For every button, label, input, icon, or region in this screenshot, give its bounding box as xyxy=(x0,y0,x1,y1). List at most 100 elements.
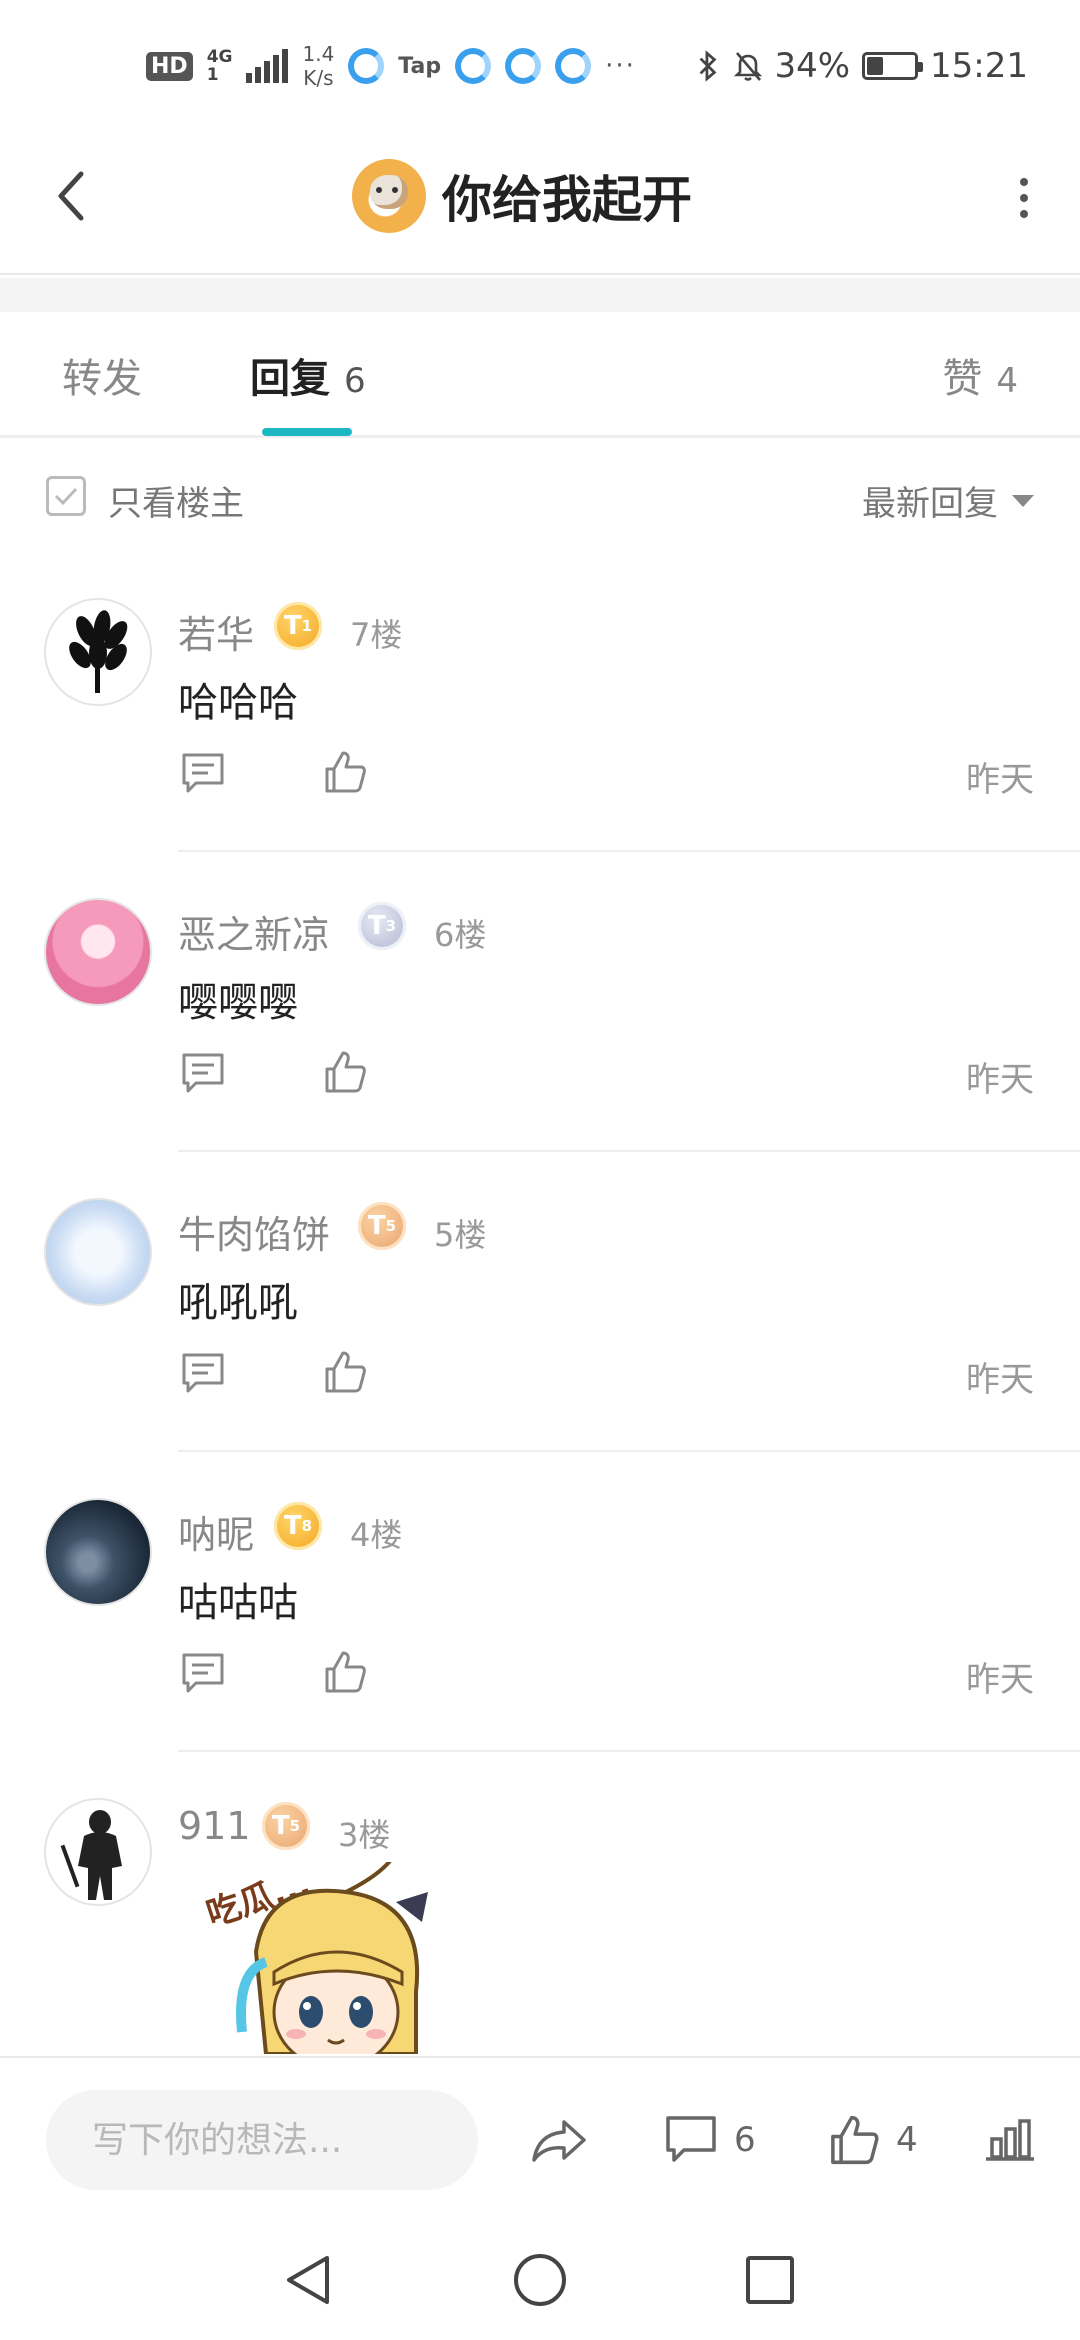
taptap-notification-icon: Tap xyxy=(398,53,442,79)
comments-button[interactable]: 6 xyxy=(664,2102,756,2178)
nav-home-button[interactable] xyxy=(510,2250,570,2310)
like-button[interactable] xyxy=(320,1046,370,1098)
tab-reply-label: 回复 xyxy=(250,356,330,402)
user-name[interactable]: 恶之新凉 xyxy=(178,904,330,959)
nav-back-button[interactable] xyxy=(278,2250,338,2310)
floor-number: 5楼 xyxy=(434,1216,487,1254)
bluetooth-icon xyxy=(700,50,717,82)
author-avatar[interactable] xyxy=(352,159,426,233)
comment-item: 若华 T1 7楼 哈哈哈 昨天 xyxy=(0,552,1080,852)
level-badge-letter: T xyxy=(271,1811,290,1841)
user-name[interactable]: 呐昵 xyxy=(178,1504,254,1559)
nav-recents-button[interactable] xyxy=(740,2250,800,2310)
signal-icon xyxy=(246,49,289,83)
sort-label: 最新回复 xyxy=(862,484,998,524)
comment-item: 恶之新凉 T3 6楼 嘤嘤嘤 昨天 xyxy=(0,852,1080,1152)
knight-silhouette-icon xyxy=(60,1810,122,1900)
tab-bar: 转发 回复 6 赞 4 xyxy=(0,312,1080,438)
reply-button[interactable] xyxy=(178,1048,228,1098)
back-button[interactable] xyxy=(40,160,100,232)
reply-button[interactable] xyxy=(178,1348,228,1398)
post-title-group[interactable]: 你给我起开 xyxy=(352,154,692,238)
user-avatar[interactable] xyxy=(44,598,152,706)
app-notification-icon xyxy=(555,48,592,84)
floor-number: 6楼 xyxy=(434,916,487,954)
user-avatar[interactable] xyxy=(44,1498,152,1606)
clock: 15:21 xyxy=(930,46,1028,86)
system-navigation-bar xyxy=(0,2220,1080,2340)
thumbs-up-icon xyxy=(831,2115,879,2165)
user-avatar[interactable] xyxy=(44,1198,152,1306)
level-badge-letter: T xyxy=(367,1211,386,1241)
thumbs-up-icon xyxy=(325,1651,366,1693)
thumbs-up-icon xyxy=(325,1051,366,1093)
more-notifications-icon: ··· xyxy=(605,51,636,81)
tab-like-label: 赞 xyxy=(942,356,983,402)
more-options-button[interactable] xyxy=(1012,170,1036,226)
like-button[interactable] xyxy=(320,1646,370,1698)
wheat-logo-icon xyxy=(69,610,128,693)
like-post-button[interactable]: 4 xyxy=(828,2102,918,2178)
network-speed: 1.4 K/s xyxy=(302,42,334,90)
comment-text: 哈哈哈 xyxy=(178,680,298,726)
sort-dropdown[interactable]: 最新回复 xyxy=(862,476,1034,525)
like-button[interactable] xyxy=(320,1346,370,1398)
user-name[interactable]: 若华 xyxy=(178,604,254,659)
comment-input[interactable] xyxy=(46,2090,478,2190)
tab-repost[interactable]: 转发 xyxy=(62,346,142,404)
user-avatar[interactable] xyxy=(44,898,152,1006)
tab-reply-count: 6 xyxy=(344,361,366,401)
user-name[interactable]: 牛肉馅饼 xyxy=(178,1204,330,1259)
comment-bubble-icon xyxy=(666,2116,716,2162)
comment-text: 吼吼吼 xyxy=(178,1280,298,1326)
reply-button[interactable] xyxy=(178,748,228,798)
like-button[interactable] xyxy=(320,746,370,798)
caret-down-icon xyxy=(1012,494,1034,507)
comment-bubble-icon xyxy=(182,1053,224,1093)
user-name[interactable]: 911 xyxy=(178,1804,251,1848)
active-tab-indicator xyxy=(262,428,352,436)
bar-chart-icon xyxy=(986,2119,1034,2161)
share-button[interactable] xyxy=(530,2102,588,2178)
level-badge-number: 3 xyxy=(385,917,397,935)
floor-number: 7楼 xyxy=(350,616,403,654)
comment-item: 牛肉馅饼 T5 5楼 吼吼吼 昨天 xyxy=(0,1152,1080,1452)
tab-repost-label: 转发 xyxy=(62,356,142,402)
network-speed-unit: K/s xyxy=(303,66,334,90)
comment-time: 昨天 xyxy=(966,1060,1034,1100)
level-badge-number: 5 xyxy=(289,1817,301,1835)
status-bar-left: HD 4G 1 1.4 K/s Tap ··· xyxy=(146,40,636,92)
level-badge-icon: T5 xyxy=(262,1802,310,1850)
more-dot-icon xyxy=(1020,178,1028,186)
app-notification-icon xyxy=(348,48,385,84)
triangle-back-icon xyxy=(287,2256,329,2304)
tab-like-count: 4 xyxy=(996,361,1018,401)
only-op-label[interactable]: 只看楼主 xyxy=(108,476,244,525)
stats-button[interactable] xyxy=(984,2102,1036,2178)
comment-time: 昨天 xyxy=(966,760,1034,800)
comment-item: 呐昵 T8 4楼 咕咕咕 昨天 xyxy=(0,1452,1080,1752)
thumbs-up-icon xyxy=(325,751,366,793)
level-badge-letter: T xyxy=(283,611,302,641)
mute-bell-icon xyxy=(734,52,763,81)
tab-reply[interactable]: 回复 6 xyxy=(250,346,366,404)
user-avatar[interactable] xyxy=(44,1798,152,1906)
comment-time: 昨天 xyxy=(966,1660,1034,1700)
level-badge-letter: T xyxy=(367,911,386,941)
sticker-image[interactable]: 吃瓜... xyxy=(196,1862,456,2054)
only-op-checkbox[interactable] xyxy=(46,476,86,516)
app-notification-icon xyxy=(455,48,492,84)
thumbs-up-icon xyxy=(325,1351,366,1393)
reply-button[interactable] xyxy=(178,1648,228,1698)
level-badge-letter: T xyxy=(283,1511,302,1541)
anime-girl-sticker-icon: 吃瓜... xyxy=(202,1862,428,2054)
app-notification-icon xyxy=(505,48,542,84)
checkmark-icon xyxy=(54,487,78,506)
tab-like[interactable]: 赞 4 xyxy=(942,346,1018,404)
comment-text: 咕咕咕 xyxy=(178,1580,298,1626)
level-badge-icon: T8 xyxy=(274,1502,322,1550)
status-bar-right: 34% 15:21 xyxy=(694,40,1028,92)
network-type: 4G 1 xyxy=(207,48,233,84)
comment-time: 昨天 xyxy=(966,1360,1034,1400)
circle-home-icon xyxy=(514,2254,566,2306)
